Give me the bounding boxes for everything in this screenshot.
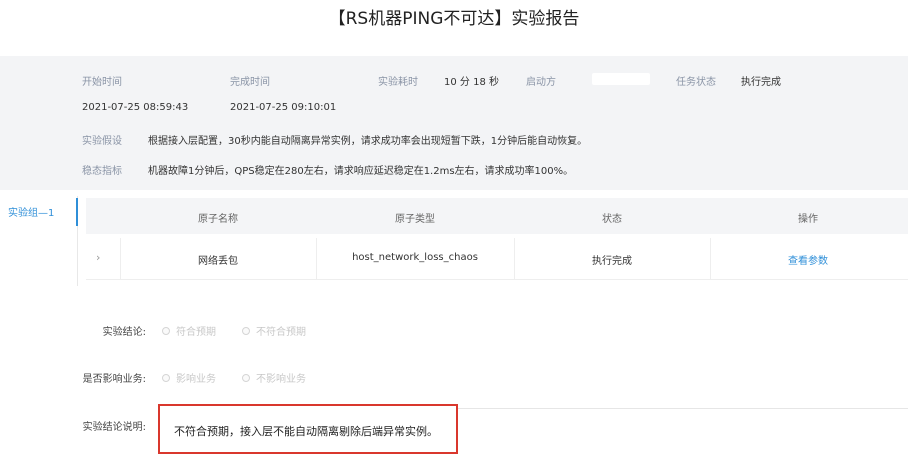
end-time-value: 2021-07-25 09:10:01 xyxy=(230,102,337,113)
view-params-link[interactable]: 查看参数 xyxy=(710,252,906,267)
radio-label: 不影响业务 xyxy=(256,374,306,385)
start-time-value: 2021-07-25 08:59:43 xyxy=(82,102,189,113)
header-action: 操作 xyxy=(798,214,818,225)
page-title: 【RS机器PING不可达】实验报告 xyxy=(328,9,580,29)
chevron-right-icon[interactable]: › xyxy=(96,251,100,264)
conclusion-note-label: 实验结论说明: xyxy=(82,422,146,433)
radio-label: 影响业务 xyxy=(176,374,216,385)
radio-circle xyxy=(162,326,170,335)
status-value: 执行完成 xyxy=(741,77,781,88)
radio-circle xyxy=(242,373,250,382)
end-time-label: 完成时间 xyxy=(230,77,270,88)
duration-value: 10 分 18 秒 xyxy=(444,77,499,88)
cell-status: 执行完成 xyxy=(592,256,632,267)
table-header: 原子名称 原子类型 状态 操作 xyxy=(86,198,908,234)
radio-label: 不符合预期 xyxy=(256,327,306,338)
radio-circle xyxy=(242,326,250,335)
textarea-border xyxy=(458,408,908,469)
header-status: 状态 xyxy=(602,214,622,225)
group-tabs: 实验组—1 xyxy=(0,196,78,286)
duration-label: 实验耗时 xyxy=(378,77,418,88)
radio-affects-business[interactable]: 影响业务 xyxy=(162,370,216,385)
cell-atom-name: 网络丢包 xyxy=(198,256,238,267)
radio-meets-expectation[interactable]: 符合预期 xyxy=(162,323,216,338)
radio-not-meet-expectation[interactable]: 不符合预期 xyxy=(242,323,306,338)
active-tab-indicator xyxy=(76,198,78,226)
table-row: › 网络丢包 host_network_loss_chaos 执行完成 查看参数 xyxy=(86,238,908,280)
business-impact-label: 是否影响业务: xyxy=(82,374,146,385)
hypothesis-label: 实验假设 xyxy=(82,136,122,147)
radio-label: 符合预期 xyxy=(176,327,216,338)
radio-no-business-impact[interactable]: 不影响业务 xyxy=(242,370,306,385)
initiator-label: 启动方 xyxy=(526,77,556,88)
radio-circle xyxy=(162,373,170,382)
start-time-label: 开始时间 xyxy=(82,77,122,88)
hypothesis-value: 根据接入层配置，30秒内能自动隔离异常实例，请求成功率会出现短暂下跌，1分钟后能… xyxy=(148,136,588,147)
header-atom-type: 原子类型 xyxy=(395,214,435,225)
summary-panel: 开始时间 2021-07-25 08:59:43 完成时间 2021-07-25… xyxy=(0,56,908,190)
header-atom-name: 原子名称 xyxy=(198,214,238,225)
tab-group-1[interactable]: 实验组—1 xyxy=(8,204,54,219)
steady-metric-value: 机器故障1分钟后，QPS稳定在280左右，请求响应延迟稳定在1.2ms左右，请求… xyxy=(148,166,574,177)
status-label: 任务状态 xyxy=(676,77,716,88)
conclusion-note-textarea[interactable]: 不符合预期，接入层不能自动隔离剔除后端异常实例。 xyxy=(158,404,458,454)
redacted-initiator xyxy=(592,73,650,85)
steady-metric-label: 稳态指标 xyxy=(82,166,122,177)
cell-atom-type: host_network_loss_chaos xyxy=(352,252,478,263)
conclusion-label: 实验结论: xyxy=(102,327,146,338)
